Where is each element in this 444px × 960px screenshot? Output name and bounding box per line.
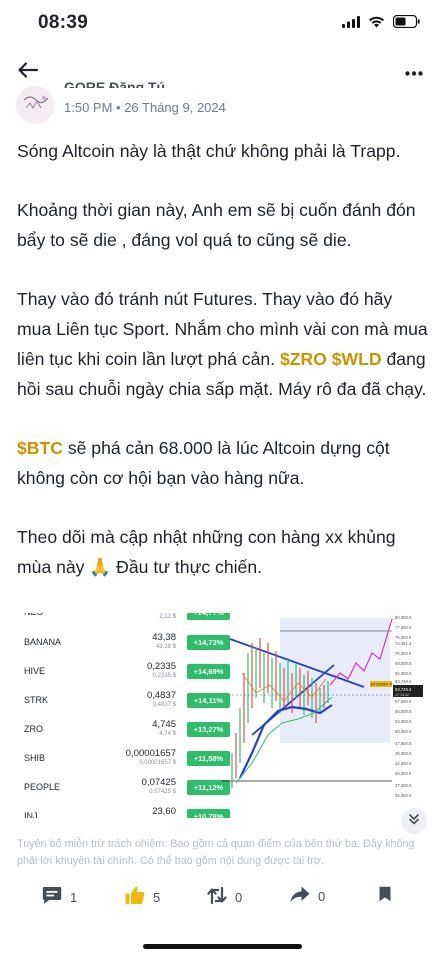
coin-name: ZRO: [24, 724, 43, 734]
post-content: Sóng Altcoin này là thật chứ không phải …: [17, 136, 429, 611]
coin-name: INJ: [24, 811, 38, 818]
paragraph-4-text: sẽ phá cản 68.000 là lúc Altcoin dựng cộ…: [17, 438, 390, 488]
coin-price: 0,4837: [146, 690, 176, 701]
axis-tick-label: 80,000.0: [395, 615, 412, 620]
tag-btc[interactable]: $BTC: [17, 438, 63, 458]
repost-count: 0: [235, 889, 243, 905]
paragraph-4: $BTC sẽ phá cản 68.000 là lúc Altcoin dự…: [17, 433, 429, 493]
coin-price-sub: 4,74 $: [159, 731, 176, 737]
paragraph-5-text-end: Đầu tư thực chiến.: [111, 557, 262, 577]
axis-tick-label: 50,000.0: [395, 729, 412, 734]
axis-tick-label: 70,000.0: [395, 651, 412, 656]
bookmark-icon: [378, 886, 392, 905]
thumbs-up-icon: [125, 886, 145, 908]
share-count: 0: [318, 888, 326, 904]
coin-row: PEOPLE 0,07425 0,07425 $ +11,12%: [17, 774, 232, 802]
battery-icon: [392, 14, 420, 33]
arrow-left-icon: [18, 61, 39, 83]
axis-tick-label: 63,748.3: [395, 679, 412, 684]
expand-button[interactable]: [401, 808, 427, 834]
share-arrow-icon: [290, 886, 310, 906]
signal-icon: [342, 15, 360, 33]
coin-row: NEO2,12 $+14,??%: [17, 613, 232, 627]
btc-label: BTCUSDT.P: [371, 683, 393, 687]
bookmark-button[interactable]: [378, 886, 392, 905]
coin-row: HIVE 0,2335 0,2335 $ +14,69%: [17, 658, 232, 686]
coin-price: 0,07425: [141, 777, 176, 788]
axis-tick-label: 37,500.0: [395, 783, 412, 788]
axis-tick-label: 75,000.0: [395, 635, 412, 640]
home-indicator: [143, 944, 302, 949]
repost-button[interactable]: 0: [207, 886, 242, 908]
coin-name: HIVE: [24, 666, 46, 676]
status-bar: 08:39: [0, 0, 444, 48]
coin-name: BANANA: [24, 637, 62, 647]
pray-emoji: 🙏: [89, 557, 112, 577]
coin-price-sub: 2,12 $: [159, 614, 176, 620]
coin-name: NEO: [24, 613, 44, 617]
action-bar: 1 5 0 0: [0, 878, 444, 918]
axis-tick-label: 52,000.0: [395, 719, 412, 724]
coin-price-sub: 0,4837 $: [152, 702, 176, 708]
coin-row: ZRO 4,745 4,74 $ +13,27%: [17, 716, 232, 744]
coin-price-sub: 0,2335 $: [152, 673, 176, 679]
author-row: GORE Đăng Tú 1:50 PM • 26 Tháng 9, 2024: [16, 80, 426, 124]
status-time: 08:39: [38, 12, 89, 33]
coin-price: 0,00001657: [125, 748, 176, 759]
more-horizontal-icon: [405, 63, 423, 81]
btc-price-time: 17:14:42: [395, 693, 409, 697]
axis-tick-label: 55,000.0: [395, 709, 412, 714]
coin-price: 23,60: [152, 806, 176, 817]
axis-tick-label: 40,000.0: [395, 771, 412, 776]
coin-name: STRK: [24, 695, 49, 705]
paragraph-3: Thay vào đó tránh nút Futures. Thay vào …: [17, 284, 429, 404]
coin-row: SHIB 0,00001657 0,00001657 $ +11,58%: [17, 745, 232, 773]
avatar[interactable]: [16, 86, 54, 124]
coin-gainers-table: NEO2,12 $+14,??%BANANA43,3843,38 $+14,73…: [17, 613, 232, 818]
coin-price-sub: 0,07425 $: [149, 789, 176, 795]
btc-price-chart: 80,000.0 77,500.0 75,000.073,451.4 70,000.0…: [222, 615, 423, 798]
axis-tick-label: 47,800.0: [395, 741, 412, 746]
axis-tick-label: 35,000.0: [395, 793, 412, 798]
axis-tick-label: 57,500.0: [395, 699, 412, 704]
axis-tick-label: 45,000.0: [395, 751, 412, 756]
share-button[interactable]: 0: [290, 886, 325, 906]
coin-row: STRK 0,4837 0,4837 $ +14,11%: [17, 687, 232, 715]
author-name[interactable]: GORE Đăng Tú: [64, 80, 165, 88]
wifi-icon: [368, 15, 385, 33]
axis-tick-label: 77,500.0: [395, 625, 412, 630]
comment-button[interactable]: 1: [42, 886, 77, 908]
status-icons: [342, 14, 420, 33]
like-count: 5: [153, 889, 161, 905]
axis-tick-label: 68,000.0: [395, 661, 412, 666]
coin-row: INJ 23,60 +10,78%: [17, 803, 232, 818]
disclaimer: Tuyên bố miễn trừ trách nhiệm: Bao gồm c…: [17, 838, 415, 867]
coin-price-sub: 0,00001657 $: [139, 760, 176, 766]
tag-zro[interactable]: $ZRO: [280, 349, 327, 369]
coin-price: 4,745: [152, 719, 176, 730]
axis-tick-label: 73,451.4: [395, 641, 412, 646]
comment-count: 1: [70, 889, 78, 905]
coin-price: 43,38: [152, 632, 176, 643]
btc-price: 63,748.3: [395, 687, 412, 692]
chevron-double-down-icon: [408, 812, 420, 830]
axis-tick-label: 42,500.0: [395, 761, 412, 766]
axis-tick-label: 65,000.0: [395, 671, 412, 676]
coin-price: 0,2335: [146, 661, 176, 672]
post-image[interactable]: NEO2,12 $+14,??%BANANA43,3843,38 $+14,73…: [17, 613, 427, 818]
repost-icon: [207, 886, 227, 908]
coin-name: PEOPLE: [24, 782, 61, 792]
tag-wld[interactable]: $WLD: [332, 349, 382, 369]
paragraph-2: Khoảng thời gian này, Anh em sẽ bị cuốn …: [17, 200, 416, 250]
coin-price-sub: 43,38 $: [155, 644, 176, 650]
post-time: 1:50 PM • 26 Tháng 9, 2024: [64, 100, 226, 115]
like-button[interactable]: 5: [125, 886, 160, 908]
paragraph-1: Sóng Altcoin này là thật chứ không phải …: [17, 141, 401, 161]
paragraph-5: Theo dõi mà cập nhật những con hàng xx k…: [17, 522, 429, 582]
coin-name: SHIB: [24, 753, 46, 763]
comment-icon: [42, 886, 62, 908]
coin-row: BANANA 43,38 43,38 $ +14,73%: [17, 629, 232, 657]
